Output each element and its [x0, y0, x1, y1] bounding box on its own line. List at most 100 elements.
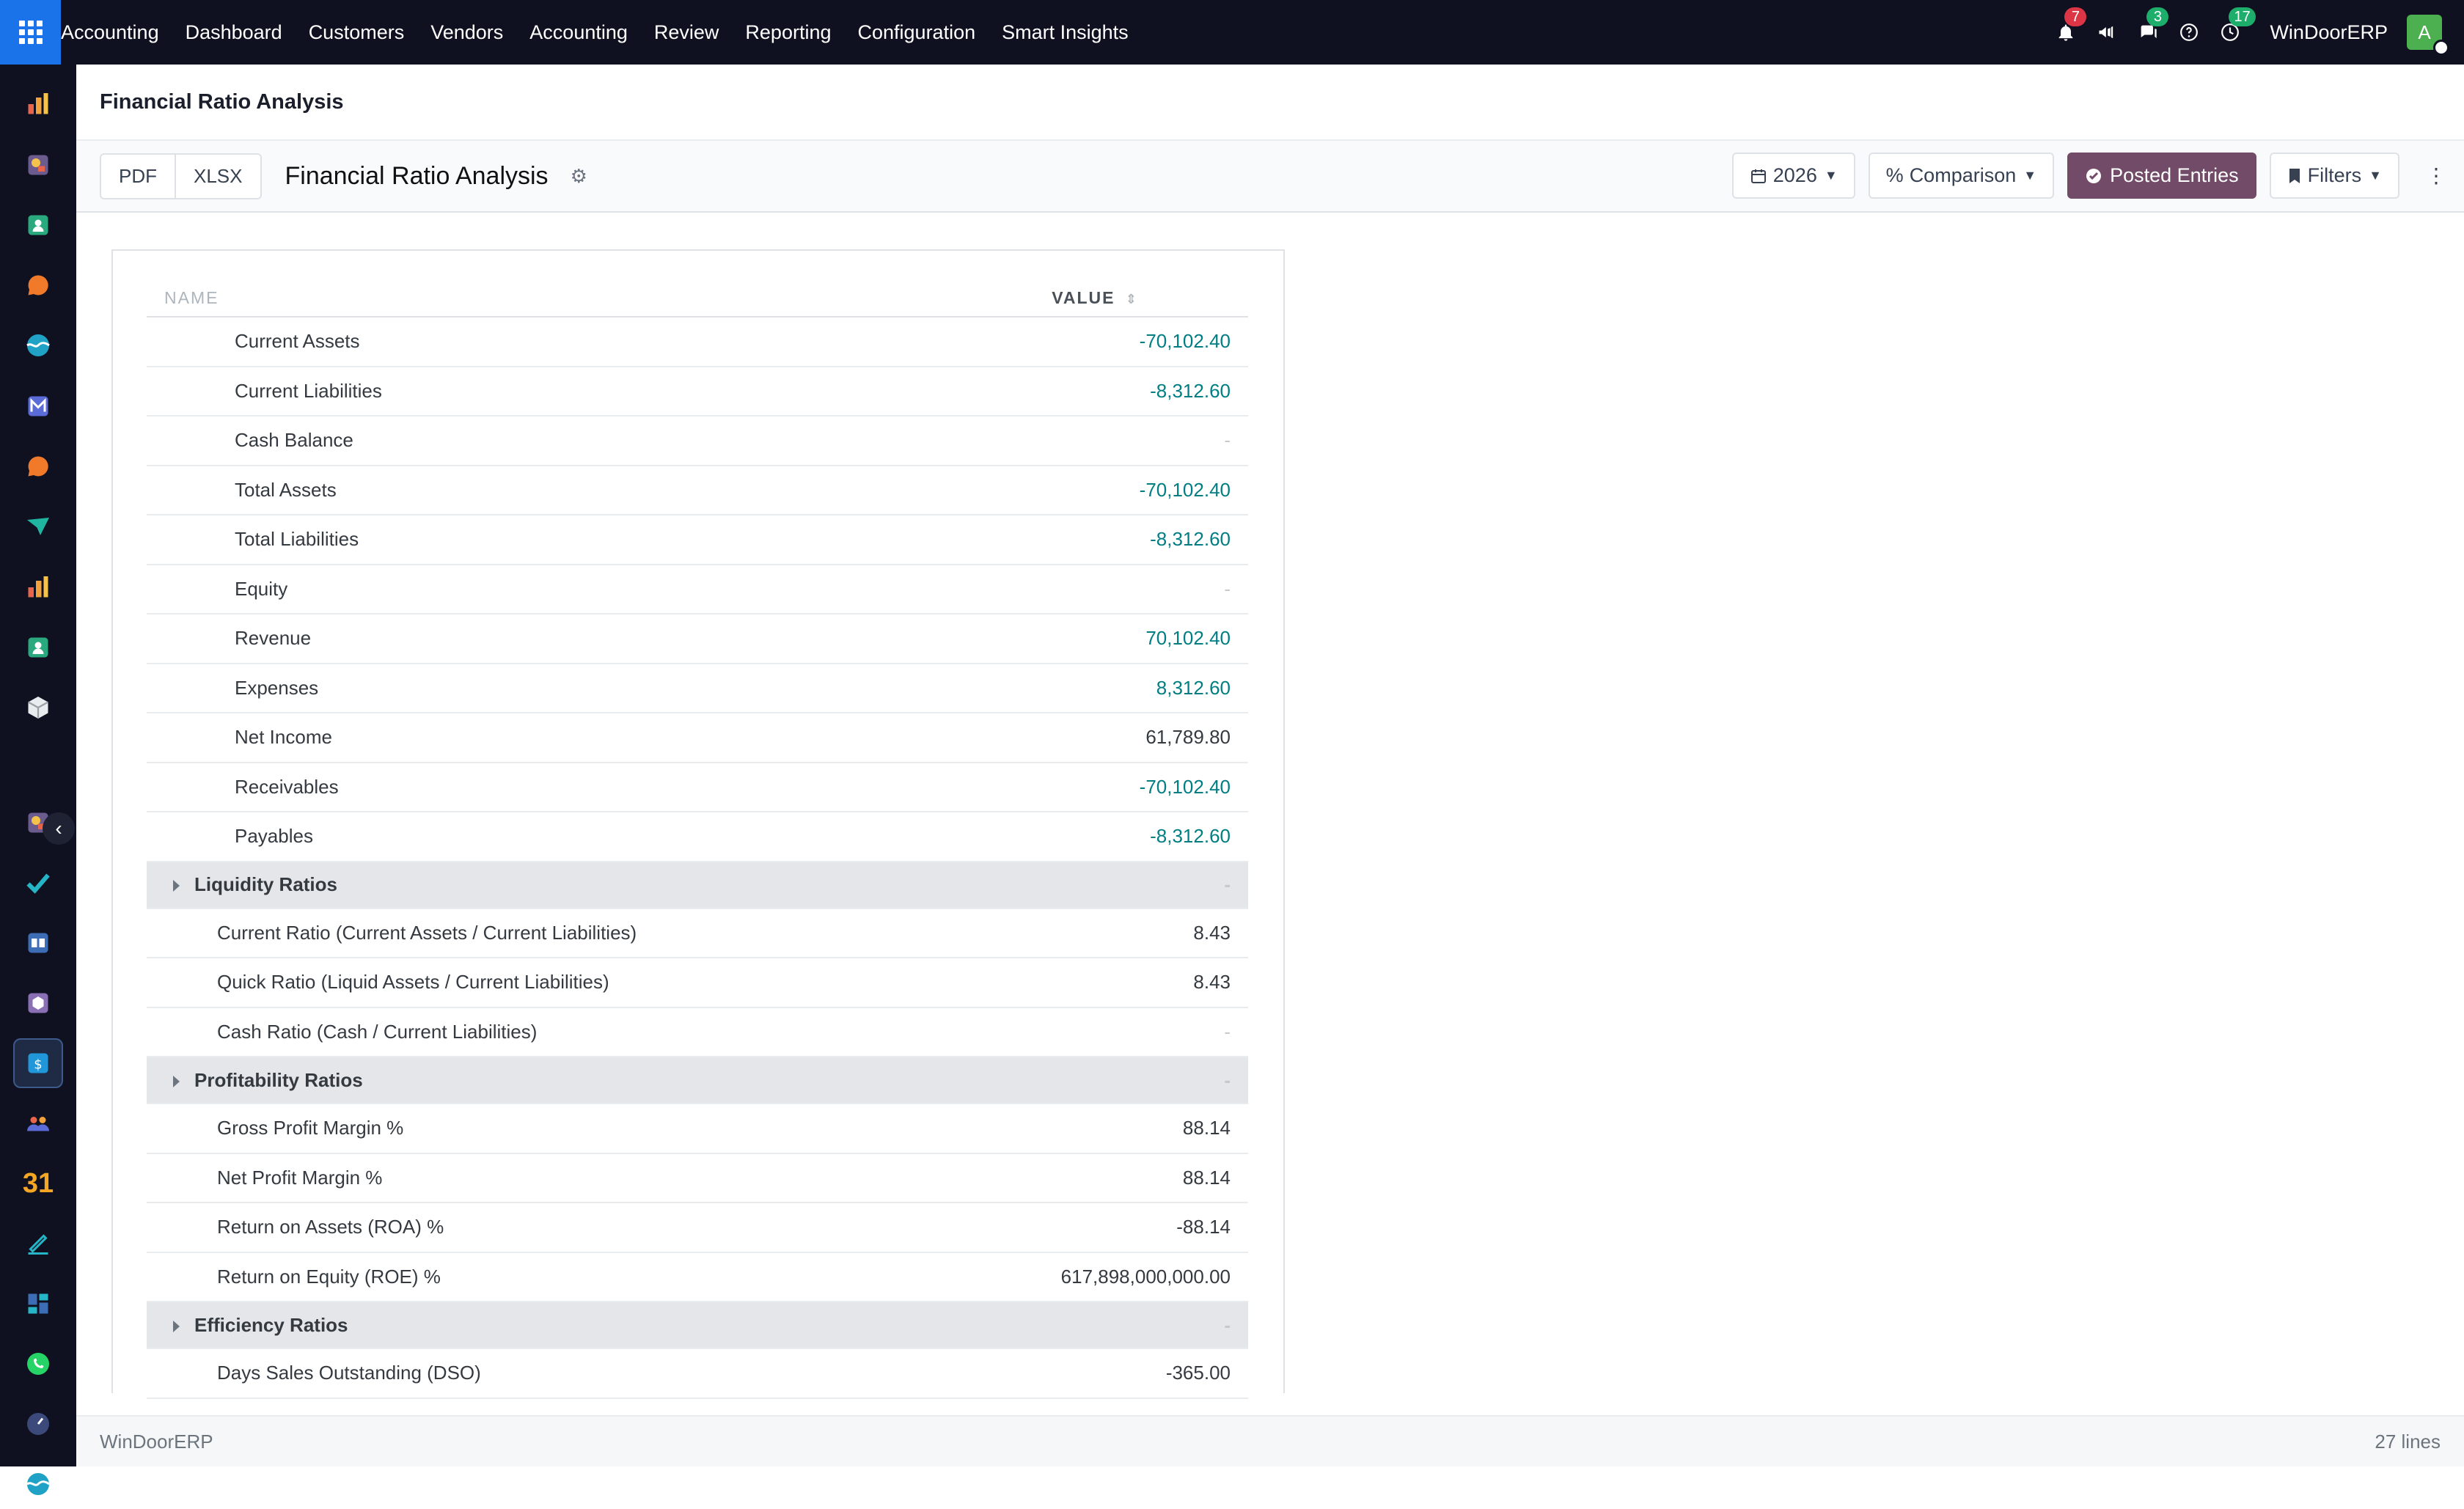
bar-chart-icon — [25, 91, 51, 117]
table-row[interactable]: Cash Ratio (Cash / Current Liabilities)- — [147, 1007, 1248, 1057]
row-value: - — [914, 416, 1248, 466]
sidebar-collapse-button[interactable]: ‹ — [43, 812, 75, 845]
sidebar-app-knowledge[interactable] — [13, 918, 63, 968]
row-value[interactable]: 70,102.40 — [914, 614, 1248, 664]
table-row[interactable]: Current Liabilities-8,312.60 — [147, 367, 1248, 416]
export-xlsx-button[interactable]: XLSX — [175, 155, 260, 198]
notification-bell[interactable]: 7 — [2051, 18, 2080, 47]
table-row[interactable]: Cash Balance- — [147, 416, 1248, 466]
announcement-button[interactable] — [2092, 18, 2122, 47]
menu-vendors[interactable]: Vendors — [430, 21, 503, 44]
sidebar-app-calendar[interactable]: 31 — [13, 1159, 63, 1208]
messages-button[interactable]: 3 — [2133, 18, 2163, 47]
table-row[interactable]: Expenses8,312.60 — [147, 664, 1248, 713]
section-name[interactable]: Liquidity Ratios — [147, 862, 914, 908]
export-pdf-button[interactable]: PDF — [101, 155, 175, 198]
menu-customers[interactable]: Customers — [309, 21, 405, 44]
chart-icon — [25, 152, 51, 178]
section-header-row[interactable]: Efficiency Ratios- — [147, 1301, 1248, 1348]
value-column-header[interactable]: VALUE ⇕ — [914, 280, 1248, 317]
sidebar-app-tasks[interactable] — [13, 858, 63, 908]
date-filter-button[interactable]: 2026 ▼ — [1732, 153, 1855, 199]
table-row[interactable]: Net Income61,789.80 — [147, 713, 1248, 763]
table-row[interactable]: Revenue70,102.40 — [147, 614, 1248, 664]
sidebar-app-whatsapp[interactable] — [13, 1339, 63, 1389]
sidebar-app-sign[interactable] — [13, 1219, 63, 1268]
menu-reporting[interactable]: Reporting — [745, 21, 831, 44]
sidebar-app-discuss[interactable] — [13, 260, 63, 310]
row-value[interactable]: -70,102.40 — [914, 763, 1248, 812]
control-panel: PDF XLSX Financial Ratio Analysis ⚙ 2026… — [76, 141, 2464, 213]
table-row[interactable]: Net Profit Margin %88.14 — [147, 1153, 1248, 1203]
table-row[interactable]: Receivables-70,102.40 — [147, 763, 1248, 812]
activities-button[interactable]: 17 — [2215, 18, 2245, 47]
table-row[interactable]: Total Liabilities-8,312.60 — [147, 515, 1248, 565]
bar-chart-icon — [25, 574, 51, 601]
menu-dashboard[interactable]: Dashboard — [186, 21, 282, 44]
menu-smart-insights[interactable]: Smart Insights — [1002, 21, 1129, 44]
row-value[interactable]: -70,102.40 — [914, 317, 1248, 367]
wave-icon — [25, 1471, 51, 1497]
row-value[interactable]: -70,102.40 — [914, 466, 1248, 515]
menu-review[interactable]: Review — [654, 21, 719, 44]
user-avatar[interactable]: A — [2407, 15, 2442, 50]
table-row[interactable]: Days Sales Outstanding (DSO)-365.00 — [147, 1348, 1248, 1398]
row-name: Current Liabilities — [147, 367, 914, 416]
section-label: Liquidity Ratios — [194, 873, 337, 895]
filters-button[interactable]: Filters ▼ — [2270, 153, 2399, 199]
sidebar-app-sales[interactable] — [13, 140, 63, 190]
row-value[interactable]: -8,312.60 — [914, 515, 1248, 565]
app-name[interactable]: Accounting — [61, 21, 159, 44]
row-name: Current Ratio (Current Assets / Current … — [147, 908, 914, 958]
table-row[interactable]: Gross Profit Margin %88.14 — [147, 1104, 1248, 1153]
section-name[interactable]: Profitability Ratios — [147, 1057, 914, 1104]
sidebar-app-team[interactable] — [13, 1098, 63, 1148]
sidebar-app-dashboard[interactable] — [13, 79, 63, 129]
sidebar-app-marketing[interactable] — [13, 502, 63, 551]
apps-menu-button[interactable] — [0, 0, 61, 65]
row-value[interactable]: -8,312.60 — [914, 812, 1248, 862]
sidebar-app-accounting[interactable]: $ — [13, 1038, 63, 1088]
sidebar-app-timer[interactable] — [13, 1399, 63, 1449]
row-value[interactable]: -8,312.60 — [914, 367, 1248, 416]
menu-accounting[interactable]: Accounting — [529, 21, 628, 44]
section-header-row[interactable]: Liquidity Ratios- — [147, 862, 1248, 908]
help-button[interactable] — [2174, 18, 2204, 47]
section-value: - — [914, 1057, 1248, 1104]
sidebar-app-contacts[interactable] — [13, 200, 63, 250]
name-column-header[interactable]: NAME — [147, 280, 914, 317]
table-row[interactable]: Quick Ratio (Liquid Assets / Current Lia… — [147, 958, 1248, 1007]
table-row[interactable]: Payables-8,312.60 — [147, 812, 1248, 862]
chat-bubble-icon — [25, 272, 51, 298]
table-row[interactable]: Return on Assets (ROA) %-88.14 — [147, 1203, 1248, 1252]
more-options-icon[interactable]: ⋮ — [2426, 164, 2441, 188]
comparison-button[interactable]: % Comparison ▼ — [1869, 153, 2054, 199]
presence-dot — [2433, 40, 2449, 56]
table-row[interactable]: Total Assets-70,102.40 — [147, 466, 1248, 515]
sidebar-app-helpdesk[interactable] — [13, 1459, 63, 1509]
table-row[interactable]: Current Ratio (Current Assets / Current … — [147, 908, 1248, 958]
sidebar-app-reports[interactable] — [13, 562, 63, 612]
report-filters: 2026 ▼ % Comparison ▼ Posted Entries Fil… — [1719, 153, 2441, 199]
company-switcher[interactable]: WinDoorERP — [2270, 21, 2388, 44]
table-row[interactable]: Current Assets-70,102.40 — [147, 317, 1248, 367]
gear-icon[interactable]: ⚙ — [571, 165, 587, 188]
sidebar-app-dashboards[interactable] — [13, 1279, 63, 1329]
row-value[interactable]: 8,312.60 — [914, 664, 1248, 713]
book-icon — [25, 930, 51, 956]
sidebar-app-inventory[interactable] — [13, 683, 63, 733]
section-header-row[interactable]: Profitability Ratios- — [147, 1057, 1248, 1104]
row-name: Return on Assets (ROA) % — [147, 1203, 914, 1252]
sidebar-app-livechat[interactable] — [13, 441, 63, 491]
menu-configuration[interactable]: Configuration — [858, 21, 976, 44]
section-label: Efficiency Ratios — [194, 1314, 348, 1336]
posted-entries-button[interactable]: Posted Entries — [2067, 153, 2256, 199]
table-row[interactable]: Return on Equity (ROE) %617,898,000,000.… — [147, 1252, 1248, 1302]
sidebar-app-website[interactable] — [13, 320, 63, 370]
table-row[interactable]: Equity- — [147, 565, 1248, 614]
section-name[interactable]: Efficiency Ratios — [147, 1301, 914, 1348]
sidebar-app-employees[interactable] — [13, 623, 63, 672]
sidebar-app-products[interactable] — [13, 978, 63, 1028]
row-value: 61,789.80 — [914, 713, 1248, 763]
sidebar-app-email[interactable] — [13, 381, 63, 431]
